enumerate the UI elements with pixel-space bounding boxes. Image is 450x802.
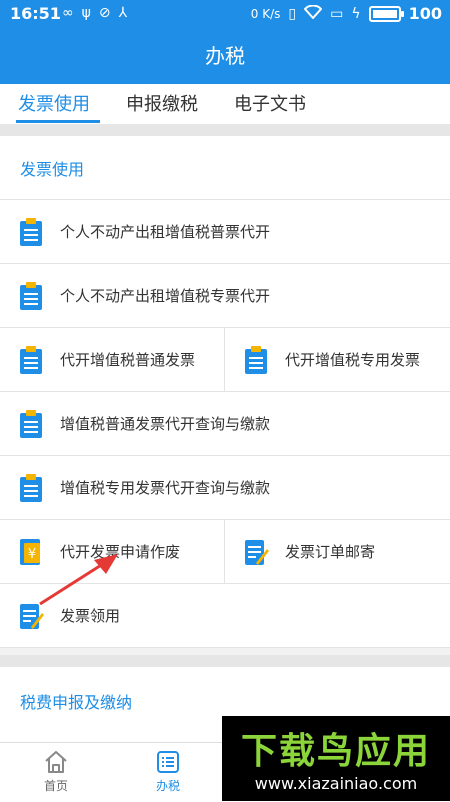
yuan-document-icon: ¥ (20, 538, 40, 565)
item-label: 个人不动产出租增值税普票代开 (60, 223, 271, 241)
section-title: 税费申报及缴纳 (20, 693, 133, 712)
clipboard-icon (20, 281, 42, 310)
nav-label: 首页 (43, 779, 68, 793)
vibrate-icon: ▯ (288, 5, 297, 22)
section-invoice-use: 发票使用 (0, 136, 450, 199)
share-icon: ⅄ (118, 5, 128, 21)
item-invoice-collect[interactable]: 发票领用 (0, 584, 450, 647)
item-label: 代开发票申请作废 (60, 543, 181, 561)
item-label: 个人不动产出租增值税专票代开 (60, 287, 271, 305)
clipboard-icon (20, 409, 42, 438)
clipboard-icon (20, 217, 42, 246)
section-title: 发票使用 (20, 160, 85, 179)
watermark-url: www.xiazainiao.com (254, 774, 418, 793)
list-row: ¥ 代开发票申请作废 发票订单邮寄 (0, 520, 450, 584)
item-invoice-order-mail[interactable]: 发票订单邮寄 (225, 520, 450, 583)
clipboard-icon (245, 345, 267, 374)
item-label: 增值税普通发票代开查询与缴款 (60, 415, 271, 433)
item-normal-invoice-query[interactable]: 增值税普通发票代开查询与缴款 (0, 392, 450, 455)
item-rental-normal-invoice[interactable]: 个人不动产出租增值税普票代开 (0, 200, 450, 263)
list-row: 增值税专用发票代开查询与缴款 (0, 456, 450, 520)
item-label: 发票订单邮寄 (285, 543, 376, 561)
clipboard-icon (20, 345, 42, 374)
status-right-icons: 0 K/s ▯ ▭ ϟ 100 (251, 4, 442, 23)
usb-icon: ψ (81, 5, 91, 21)
tab-bar: 发票使用 申报缴税 电子文书 (0, 84, 450, 124)
list-row: 增值税普通发票代开查询与缴款 (0, 392, 450, 456)
active-tab-indicator (16, 120, 100, 123)
invoice-service-list: 个人不动产出租增值税普票代开 个人不动产出租增值税专票代开 代开增值税普通发票 … (0, 199, 450, 648)
nav-tax[interactable]: 办税 (138, 749, 198, 794)
battery-icon (368, 5, 404, 22)
list-row: 代开增值税普通发票 代开增值税专用发票 (0, 328, 450, 392)
list-row: 个人不动产出租增值税普票代开 (0, 200, 450, 264)
svg-text:¥: ¥ (28, 547, 36, 562)
divider (0, 124, 450, 136)
item-label: 代开增值税专用发票 (285, 351, 421, 369)
wifi-icon (303, 4, 323, 23)
battery-percent: 100 (408, 4, 442, 23)
tab-e-documents[interactable]: 电子文书 (234, 90, 306, 116)
home-icon (45, 751, 67, 773)
charging-icon: ϟ (351, 5, 361, 22)
net-speed: 0 K/s (250, 6, 281, 21)
nav-home[interactable]: 首页 (26, 749, 86, 794)
page-title: 办税 (205, 44, 245, 68)
sim-icon: ▭ (330, 5, 344, 22)
list-row: 发票领用 (0, 584, 450, 648)
check-circle-icon: ⊘ (98, 5, 111, 21)
watermark: 下载鸟应用 www.xiazainiao.com (222, 716, 450, 801)
tab-invoice-use[interactable]: 发票使用 (18, 90, 90, 116)
item-cancel-invoice-application[interactable]: ¥ 代开发票申请作废 (0, 520, 225, 583)
top-bar: 16:51 ∞ ψ ⊘ ⅄ 0 K/s ▯ ▭ ϟ 100 办税 (0, 0, 450, 84)
item-label: 发票领用 (60, 607, 121, 625)
item-rental-special-invoice[interactable]: 个人不动产出租增值税专票代开 (0, 264, 450, 327)
divider (0, 655, 450, 667)
item-label: 代开增值税普通发票 (60, 351, 196, 369)
list-row: 个人不动产出租增值税专票代开 (0, 264, 450, 328)
clipboard-icon (20, 473, 42, 502)
item-vat-special-invoice[interactable]: 代开增值税专用发票 (225, 328, 450, 391)
edit-document-icon (20, 603, 44, 629)
tab-declare-tax[interactable]: 申报缴税 (126, 90, 198, 116)
item-vat-normal-invoice[interactable]: 代开增值税普通发票 (0, 328, 225, 391)
status-left-icons: ∞ ψ ⊘ ⅄ (62, 5, 127, 21)
nav-label: 办税 (155, 779, 180, 793)
infinity-icon: ∞ (62, 5, 74, 21)
status-time: 16:51 (10, 4, 61, 23)
edit-document-icon (245, 539, 269, 565)
status-bar: 16:51 ∞ ψ ⊘ ⅄ 0 K/s ▯ ▭ ϟ 100 (0, 0, 450, 28)
list-icon (157, 751, 179, 773)
watermark-logo: 下载鸟应用 (240, 731, 431, 772)
item-special-invoice-query[interactable]: 增值税专用发票代开查询与缴款 (0, 456, 450, 519)
item-label: 增值税专用发票代开查询与缴款 (60, 479, 271, 497)
